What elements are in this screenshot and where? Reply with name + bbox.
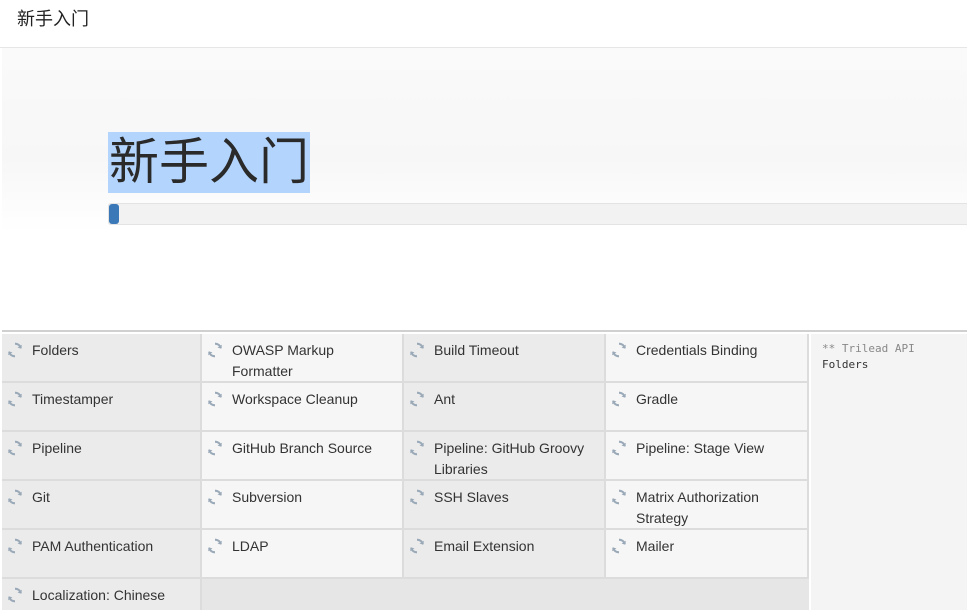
- plugin-item: Email Extension: [404, 530, 606, 579]
- plugin-install-area: Folders OWASP Markup Formatter Build Timeo…: [2, 330, 967, 610]
- plugin-item: Git: [2, 481, 202, 530]
- plugin-item: Ant: [404, 383, 606, 432]
- plugin-name: GitHub Branch Source: [232, 440, 373, 456]
- refresh-icon: [206, 439, 224, 457]
- plugin-name: Folders: [32, 342, 79, 358]
- refresh-icon: [408, 439, 426, 457]
- refresh-icon: [206, 341, 224, 359]
- refresh-icon: [610, 341, 628, 359]
- refresh-icon: [610, 439, 628, 457]
- plugin-name: Pipeline: Stage View: [636, 440, 765, 456]
- refresh-icon: [610, 537, 628, 555]
- plugin-name: Mailer: [636, 538, 675, 554]
- plugin-name: Matrix Authorization Strategy: [636, 489, 759, 526]
- plugin-item: Timestamper: [2, 383, 202, 432]
- plugin-name: Gradle: [636, 391, 679, 407]
- hero-title: 新手入门: [108, 132, 310, 193]
- plugin-name: LDAP: [232, 538, 269, 554]
- plugin-item: Folders: [2, 334, 202, 383]
- refresh-icon: [6, 488, 24, 506]
- plugin-item: Gradle: [606, 383, 809, 432]
- plugin-item: LDAP: [202, 530, 404, 579]
- refresh-icon: [408, 537, 426, 555]
- plugin-grid: Folders OWASP Markup Formatter Build Timeo…: [2, 334, 809, 610]
- plugin-item: Localization: Chinese: [2, 579, 202, 610]
- plugin-item: PAM Authentication: [2, 530, 202, 579]
- progress-fill: [109, 204, 120, 224]
- plugin-name: Build Timeout: [434, 342, 519, 358]
- hero-section: 新手入门: [2, 48, 967, 233]
- plugin-name: PAM Authentication: [32, 538, 154, 554]
- refresh-icon: [610, 488, 628, 506]
- refresh-icon: [610, 390, 628, 408]
- plugin-item: OWASP Markup Formatter: [202, 334, 404, 383]
- plugin-name: Workspace Cleanup: [232, 391, 358, 407]
- plugin-name: Email Extension: [434, 538, 535, 554]
- plugin-name: Pipeline: GitHub Groovy Libraries: [434, 440, 585, 477]
- refresh-icon: [206, 537, 224, 555]
- plugin-name: Subversion: [232, 489, 303, 505]
- plugin-name: SSH Slaves: [434, 489, 509, 505]
- plugin-name: Timestamper: [32, 391, 114, 407]
- refresh-icon: [206, 390, 224, 408]
- plugin-name: OWASP Markup Formatter: [232, 342, 334, 379]
- log-line: ** Trilead API: [822, 342, 915, 355]
- plugin-name: Git: [32, 489, 50, 505]
- plugin-name: Pipeline: [32, 440, 82, 456]
- plugin-item: Matrix Authorization Strategy: [606, 481, 809, 530]
- plugin-item: Credentials Binding: [606, 334, 809, 383]
- log-line: Folders: [822, 358, 869, 371]
- install-progress-bar: [108, 203, 967, 225]
- plugin-item: Workspace Cleanup: [202, 383, 404, 432]
- top-bar: 新手入门: [0, 0, 967, 48]
- refresh-icon: [6, 341, 24, 359]
- refresh-icon: [408, 488, 426, 506]
- plugin-item: Pipeline: [2, 432, 202, 481]
- refresh-icon: [408, 390, 426, 408]
- refresh-icon: [6, 537, 24, 555]
- refresh-icon: [6, 586, 24, 604]
- refresh-icon: [408, 341, 426, 359]
- plugin-name: Ant: [434, 391, 456, 407]
- plugin-item: Mailer: [606, 530, 809, 579]
- plugin-name: Credentials Binding: [636, 342, 758, 358]
- refresh-icon: [206, 488, 224, 506]
- plugin-item: Build Timeout: [404, 334, 606, 383]
- plugin-item: Subversion: [202, 481, 404, 530]
- refresh-icon: [6, 390, 24, 408]
- plugin-item: SSH Slaves: [404, 481, 606, 530]
- plugin-item: GitHub Branch Source: [202, 432, 404, 481]
- plugin-item: Pipeline: Stage View: [606, 432, 809, 481]
- plugin-name: Localization: Chinese: [32, 587, 166, 603]
- page-header-title: 新手入门: [17, 9, 89, 30]
- empty-grid-area: [202, 579, 809, 610]
- install-log-panel: ** Trilead API Folders: [811, 334, 967, 610]
- plugin-item: Pipeline: GitHub Groovy Libraries: [404, 432, 606, 481]
- refresh-icon: [6, 439, 24, 457]
